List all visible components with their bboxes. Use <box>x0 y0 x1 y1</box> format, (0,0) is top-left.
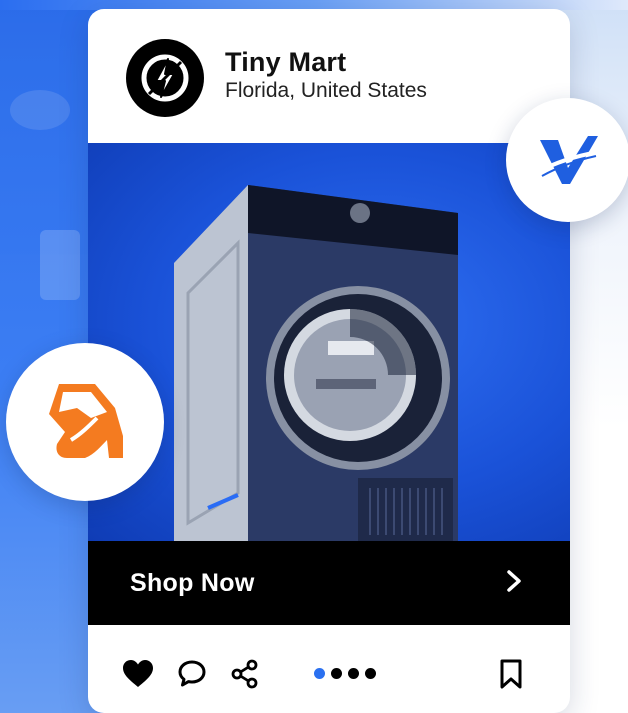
carousel-dot[interactable] <box>348 668 359 679</box>
product-card: Tiny Mart Florida, United States Shop No… <box>88 9 570 713</box>
washing-machine-image <box>174 185 458 541</box>
bookmark-icon[interactable] <box>494 657 528 691</box>
carousel-dot[interactable] <box>365 668 376 679</box>
v-check-brand-icon <box>537 136 599 184</box>
heart-icon[interactable] <box>121 657 155 691</box>
card-header: Tiny Mart Florida, United States <box>88 9 570 143</box>
share-icon[interactable] <box>228 657 262 691</box>
brand-badge-top-right[interactable] <box>506 98 628 222</box>
shop-now-button[interactable]: Shop Now <box>88 541 570 625</box>
brand-badge-left[interactable] <box>6 343 164 501</box>
shop-now-label: Shop Now <box>130 568 255 597</box>
carousel-indicator <box>314 668 376 679</box>
store-name[interactable]: Tiny Mart <box>225 47 346 78</box>
carousel-dot[interactable] <box>331 668 342 679</box>
store-location: Florida, United States <box>225 79 427 102</box>
comment-bubble-icon[interactable] <box>175 657 209 691</box>
bolt-badge-icon[interactable] <box>126 39 204 117</box>
high-heel-shoe-icon <box>49 384 123 458</box>
page-background: Tiny Mart Florida, United States Shop No… <box>0 0 628 713</box>
background-decor <box>40 230 80 300</box>
chevron-right-icon <box>504 569 524 598</box>
carousel-dot-active[interactable] <box>314 668 325 679</box>
product-image[interactable] <box>88 143 570 541</box>
action-bar <box>88 625 570 713</box>
